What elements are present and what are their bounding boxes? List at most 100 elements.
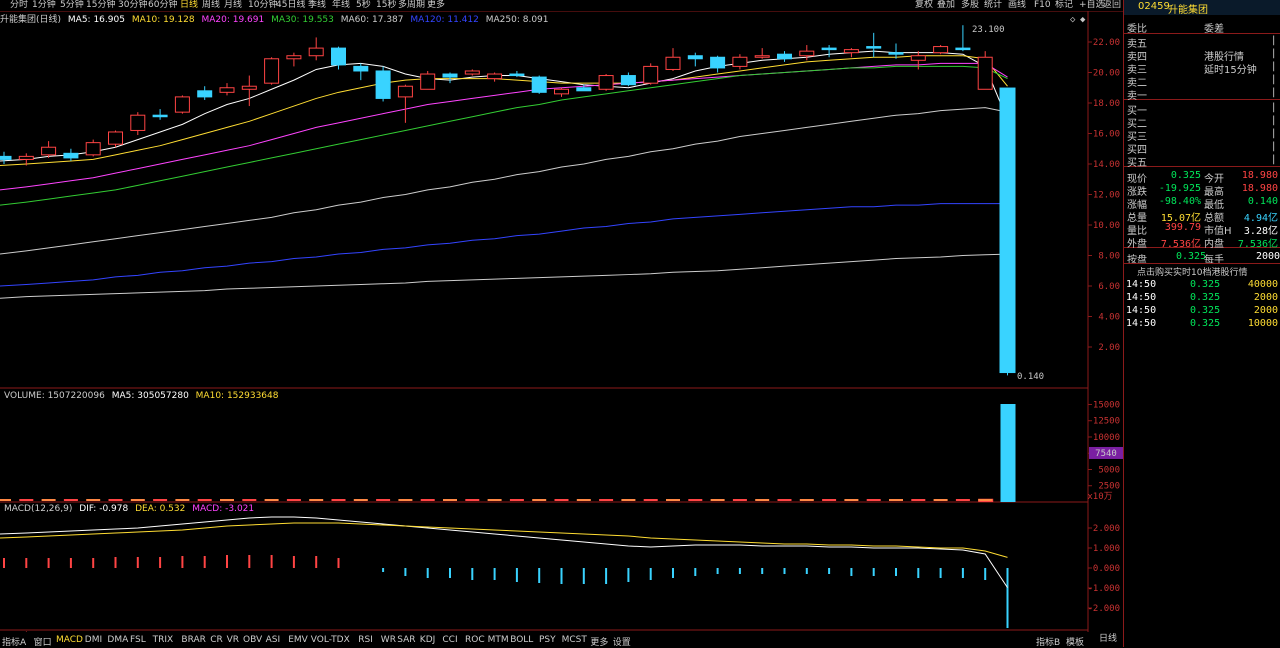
indicator-tab-23[interactable]: MCST [562,635,587,645]
indicator-tab-6[interactable]: TRIX [153,635,174,645]
indicator-tab-0[interactable]: 指标A [2,635,26,648]
candle [286,52,302,67]
period-tab-11[interactable]: 季线 [308,0,326,11]
period-tab-13[interactable]: 5秒 [356,0,371,11]
price-chart[interactable]: 22.00 20.00 18.00 16.00 14.00 12.00 10.00 8.00 6… [0,0,1123,647]
sell-marker: | [1272,61,1276,72]
period-tab-9[interactable]: 10分钟 [248,0,277,11]
indicator-tab-19[interactable]: ROC [465,635,485,645]
ma20-label: MA20: 19.691 [201,15,265,25]
period-tab-0[interactable]: 分时 [10,0,28,11]
candle [999,87,1016,376]
price-tick-label: 12.00 [1093,191,1120,201]
period-tab-5[interactable]: 60分钟 [148,0,177,11]
tool-5[interactable]: F10 [1034,0,1051,11]
tool-1[interactable]: 叠加 [937,0,955,11]
diamond-icon[interactable]: ◇ [1070,15,1076,25]
delay-notice-line2: 延时15分钟 [1204,65,1257,76]
indicator-tab-7[interactable]: BRAR [181,635,205,645]
collapse-icon[interactable]: ◆ [1080,15,1086,25]
candle-body [442,73,458,78]
ma60-line [0,107,1008,255]
candle-body [866,46,882,49]
indicator-tab-15[interactable]: WR [381,635,396,645]
candle-body [732,56,748,67]
macd-tick-label: 1.000 [1093,544,1120,554]
period-tab-16[interactable]: 更多 [427,0,445,11]
indicator-tab-25[interactable]: 设置 [613,635,631,648]
ma5-label: MA5: 16.905 [67,15,125,25]
tick-volume: 2000 [1253,305,1278,316]
candle-body [910,55,926,61]
indicator-tab-16[interactable]: SAR [397,635,415,645]
buy-marker: | [1272,102,1276,113]
period-tab-10[interactable]: 45日线 [276,0,305,11]
indicator-b-tab[interactable]: 指标B [1036,635,1060,648]
candle-body [687,55,703,60]
indicator-tab-9[interactable]: VR [227,635,239,645]
tool-7[interactable]: +自选 [1079,0,1105,11]
indicator-tab-13[interactable]: VOL-TDX [311,635,350,645]
tool-2[interactable]: 多股 [961,0,979,11]
dif-line [0,516,1008,588]
price-tick-label: 20.00 [1093,69,1120,79]
period-tab-12[interactable]: 年线 [332,0,350,11]
candle-body [710,56,726,69]
macd-legend: MACD(12,26,9) DIF: -0.978 DEA: 0.532 MAC… [4,504,254,514]
indicator-tab-3[interactable]: DMI [85,635,102,645]
indicator-tab-4[interactable]: DMA [107,635,128,645]
indicator-tab-1[interactable]: 窗口 [34,635,52,648]
indicator-tab-18[interactable]: CCI [442,635,457,645]
price-tick-label: 4.00 [1098,313,1120,323]
indicator-tab-11[interactable]: ASI [266,635,281,645]
indicator-tab-17[interactable]: KDJ [420,635,436,645]
candle [85,139,101,157]
period-toolbar: 分时 1分钟 5分钟 15分钟 30分钟 60分钟 日线 周线 月线 10分钟 45日线 季线 年线 5秒… [0,0,1280,11]
candle-body [598,75,614,90]
macd-tick-label: -1.000 [1087,584,1120,594]
indicator-tab-8[interactable]: CR [210,635,223,645]
indicator-tab-21[interactable]: BOLL [510,635,533,645]
template-tab[interactable]: 模板 [1066,635,1084,648]
period-tab-14[interactable]: 15秒 [376,0,396,11]
quote-value: 18.980 [1241,170,1278,181]
indicator-tab-10[interactable]: OBV [243,635,262,645]
period-tab-8[interactable]: 月线 [224,0,242,11]
tool-4[interactable]: 画线 [1008,0,1026,11]
period-tab-15[interactable]: 多周期 [398,0,425,11]
indicator-tab-20[interactable]: MTM [488,635,509,645]
tool-0[interactable]: 复权 [915,0,933,11]
indicator-tab-12[interactable]: EMV [288,635,308,645]
candle-body [620,75,636,86]
indicator-tab-2[interactable]: MACD [56,635,83,645]
period-tab-6[interactable]: 日线 [180,0,198,11]
buy-marker: | [1272,141,1276,152]
period-tab-7[interactable]: 周线 [202,0,220,11]
ma250-label: MA250: 8.091 [485,15,549,25]
volume-bar [1000,404,1016,502]
buy-marker: | [1272,115,1276,126]
indicator-tab-14[interactable]: RSI [358,635,373,645]
candle-body [420,73,436,90]
tool-6[interactable]: 标记 [1055,0,1073,11]
candle [219,83,235,96]
indicator-tab-24[interactable]: 更多 [590,635,608,648]
quote-value: -98.40% [1158,196,1201,207]
tool-3[interactable]: 统计 [984,0,1002,11]
tick-price: 0.325 [1190,292,1221,303]
period-tab-1[interactable]: 1分钟 [32,0,56,11]
period-tab-4[interactable]: 30分钟 [118,0,147,11]
closing-value: 0.325 [1176,251,1207,262]
chart-title: 升能集团(日线) [0,15,62,25]
divider [1124,99,1280,100]
realtime-buy-link[interactable]: 点击购买实时10档港股行情 [1137,265,1247,278]
candle-body [955,47,971,51]
indicator-tab-5[interactable]: FSL [130,635,146,645]
period-tab-2[interactable]: 5分钟 [60,0,84,11]
quote-label: 外盘 [1127,239,1147,250]
candle-body [799,50,815,57]
indicator-tab-22[interactable]: PSY [539,635,556,645]
period-indicator[interactable]: 日线 [1099,631,1117,644]
tool-8[interactable]: 返回 [1103,0,1121,11]
period-tab-3[interactable]: 15分钟 [86,0,115,11]
